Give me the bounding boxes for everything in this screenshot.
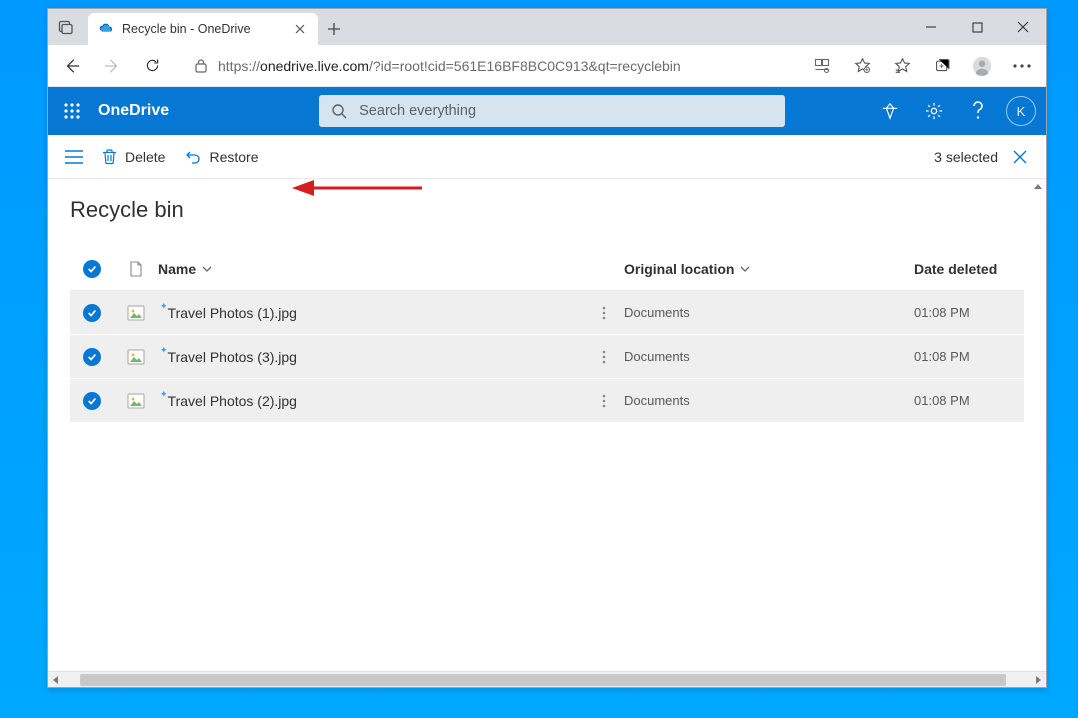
minimize-button[interactable] <box>908 9 954 45</box>
extensions-icon[interactable] <box>804 48 840 84</box>
file-date: 01:08 PM <box>914 349 1024 364</box>
settings-gear-icon[interactable] <box>914 91 954 131</box>
help-icon[interactable] <box>958 91 998 131</box>
restore-button[interactable]: Restore <box>175 139 268 175</box>
date-column-header[interactable]: Date deleted <box>914 261 1024 277</box>
maximize-button[interactable] <box>954 9 1000 45</box>
brand-label[interactable]: OneDrive <box>98 102 169 120</box>
table-row[interactable]: ✦Travel Photos (2).jpg Documents 01:08 P… <box>70 379 1024 423</box>
undo-icon <box>185 149 201 165</box>
location-column-header[interactable]: Original location <box>624 261 914 277</box>
account-avatar[interactable]: K <box>1006 96 1036 126</box>
browser-window: Recycle bin - OneDrive https://onedrive.… <box>47 8 1047 688</box>
title-bar: Recycle bin - OneDrive <box>48 9 1046 45</box>
url-field[interactable]: https://onedrive.live.com/?id=root!cid=5… <box>186 50 800 82</box>
nav-hamburger-icon[interactable] <box>56 139 92 175</box>
delete-button[interactable]: Delete <box>92 139 175 175</box>
new-tab-button[interactable] <box>318 13 350 45</box>
horizontal-scrollbar[interactable] <box>48 671 1046 687</box>
close-window-button[interactable] <box>1000 9 1046 45</box>
image-file-icon <box>114 392 158 410</box>
file-location: Documents <box>624 393 914 408</box>
scroll-right-icon[interactable] <box>1033 675 1043 685</box>
image-file-icon <box>114 304 158 322</box>
more-menu-icon[interactable] <box>1004 48 1040 84</box>
image-file-icon <box>114 348 158 366</box>
scroll-left-icon[interactable] <box>51 675 61 685</box>
browser-tab-active[interactable]: Recycle bin - OneDrive <box>88 13 318 45</box>
row-more-icon[interactable] <box>584 394 624 408</box>
file-name[interactable]: ✦Travel Photos (1).jpg <box>158 305 584 321</box>
selection-count: 3 selected <box>934 149 998 165</box>
table-header: Name Original location Date deleted <box>70 247 1024 291</box>
favorites-star-icon[interactable] <box>844 48 880 84</box>
nav-back-button[interactable] <box>54 48 90 84</box>
delete-label: Delete <box>125 149 165 165</box>
file-table: Name Original location Date deleted ✦Tra… <box>70 247 1024 423</box>
table-row[interactable]: ✦Travel Photos (1).jpg Documents 01:08 P… <box>70 291 1024 335</box>
chevron-down-icon <box>740 264 750 274</box>
file-location: Documents <box>624 305 914 320</box>
row-more-icon[interactable] <box>584 350 624 364</box>
url-text: https://onedrive.live.com/?id=root!cid=5… <box>218 58 681 74</box>
favorites-list-icon[interactable] <box>884 48 920 84</box>
tab-actions-icon[interactable] <box>48 9 84 45</box>
row-checkbox[interactable] <box>70 304 114 322</box>
premium-icon[interactable] <box>870 91 910 131</box>
file-date: 01:08 PM <box>914 305 1024 320</box>
refresh-button[interactable] <box>134 48 170 84</box>
chevron-down-icon <box>202 264 212 274</box>
file-name[interactable]: ✦Travel Photos (2).jpg <box>158 393 584 409</box>
collections-icon[interactable] <box>924 48 960 84</box>
header-right: K <box>870 91 1046 131</box>
select-all-checkbox[interactable] <box>70 260 114 278</box>
page-content: Recycle bin Name Original location Date … <box>48 179 1046 687</box>
search-icon <box>331 103 347 119</box>
onedrive-header: OneDrive Search everything K <box>48 87 1046 135</box>
table-row[interactable]: ✦Travel Photos (3).jpg Documents 01:08 P… <box>70 335 1024 379</box>
scrollbar-thumb[interactable] <box>80 674 1006 686</box>
window-controls <box>908 9 1046 45</box>
site-info-icon[interactable] <box>194 58 208 74</box>
file-location: Documents <box>624 349 914 364</box>
page-title: Recycle bin <box>70 197 1024 223</box>
tab-close-icon[interactable] <box>292 21 308 37</box>
onedrive-favicon-icon <box>98 21 114 37</box>
trash-icon <box>102 149 117 165</box>
file-name[interactable]: ✦Travel Photos (3).jpg <box>158 349 584 365</box>
tab-title: Recycle bin - OneDrive <box>122 22 284 36</box>
search-placeholder: Search everything <box>359 103 476 119</box>
name-column-header[interactable]: Name <box>158 261 584 277</box>
filetype-column-icon[interactable] <box>114 261 158 277</box>
scroll-up-icon[interactable] <box>1030 179 1046 195</box>
nav-forward-button[interactable] <box>94 48 130 84</box>
address-bar: https://onedrive.live.com/?id=root!cid=5… <box>48 45 1046 87</box>
search-input[interactable]: Search everything <box>319 95 785 127</box>
clear-selection-icon[interactable] <box>1008 145 1032 169</box>
row-checkbox[interactable] <box>70 348 114 366</box>
profile-icon[interactable] <box>964 48 1000 84</box>
app-launcher-icon[interactable] <box>48 87 96 135</box>
row-more-icon[interactable] <box>584 306 624 320</box>
command-bar: Delete Restore 3 selected <box>48 135 1046 179</box>
row-checkbox[interactable] <box>70 392 114 410</box>
restore-label: Restore <box>209 149 258 165</box>
file-date: 01:08 PM <box>914 393 1024 408</box>
